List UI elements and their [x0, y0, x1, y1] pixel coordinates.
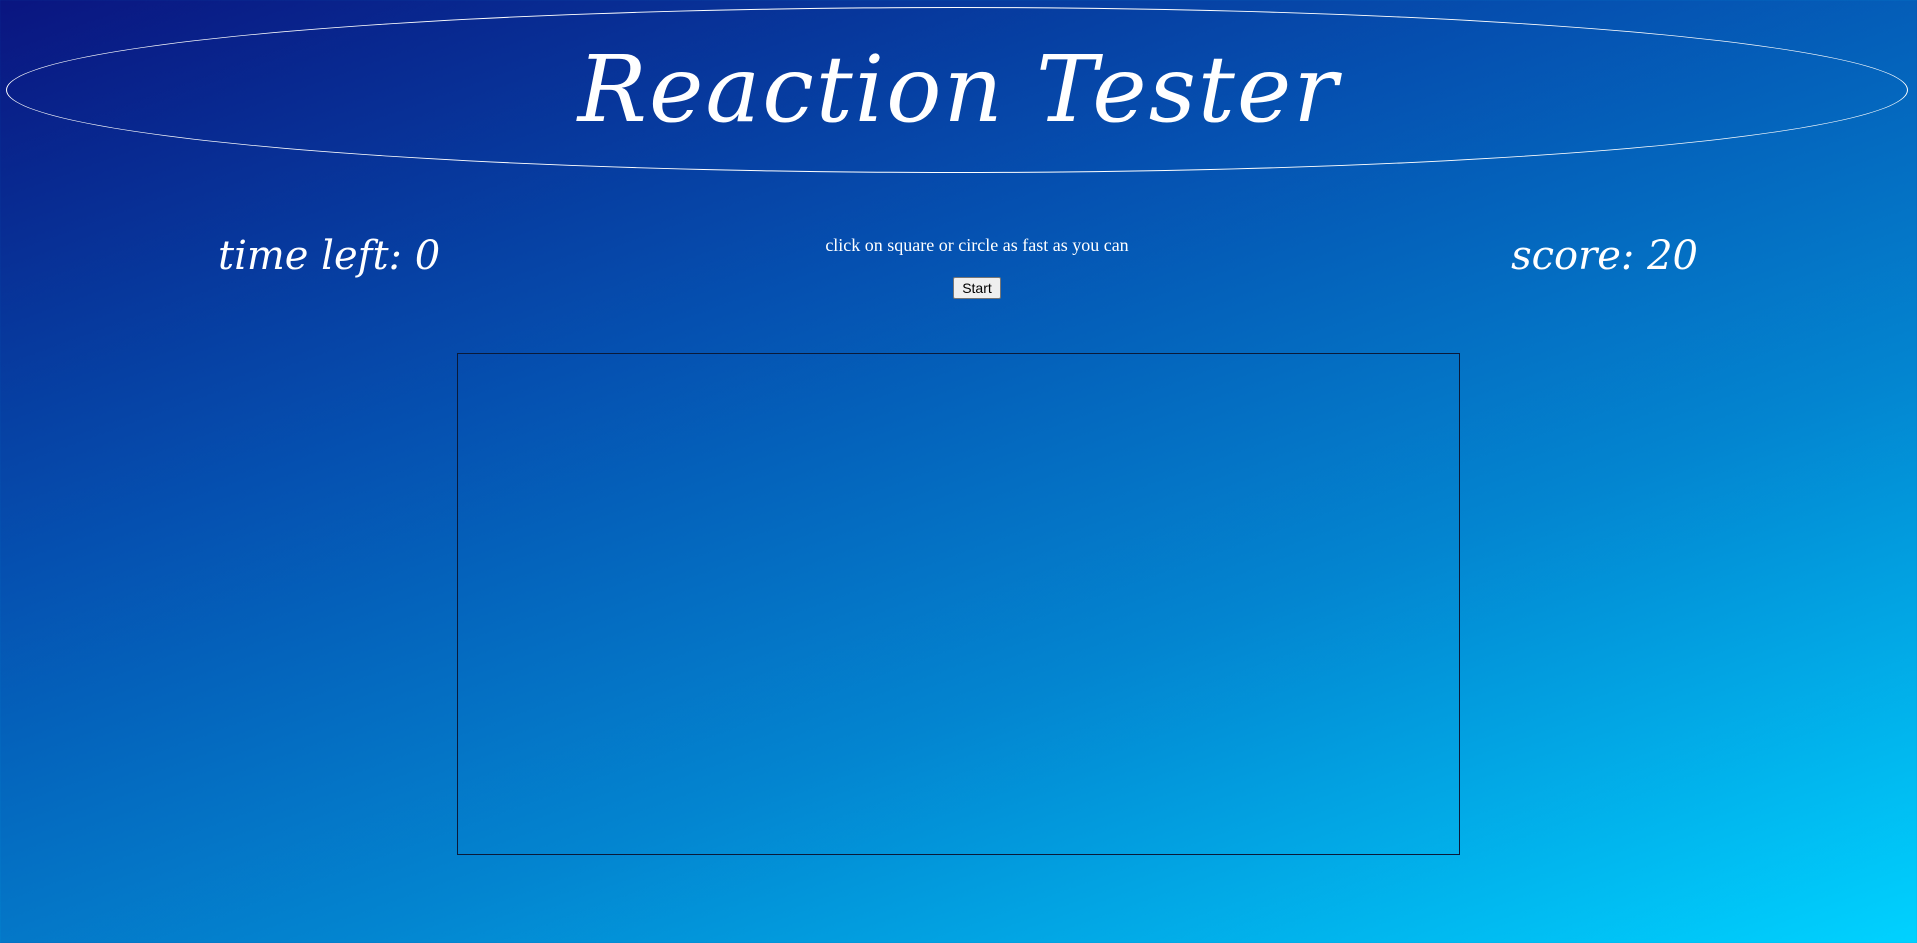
page-title: Reaction Tester	[577, 36, 1340, 143]
score-display: score: 20	[1511, 233, 1698, 279]
start-button[interactable]: Start	[953, 277, 1001, 299]
game-play-area[interactable]	[457, 353, 1460, 855]
